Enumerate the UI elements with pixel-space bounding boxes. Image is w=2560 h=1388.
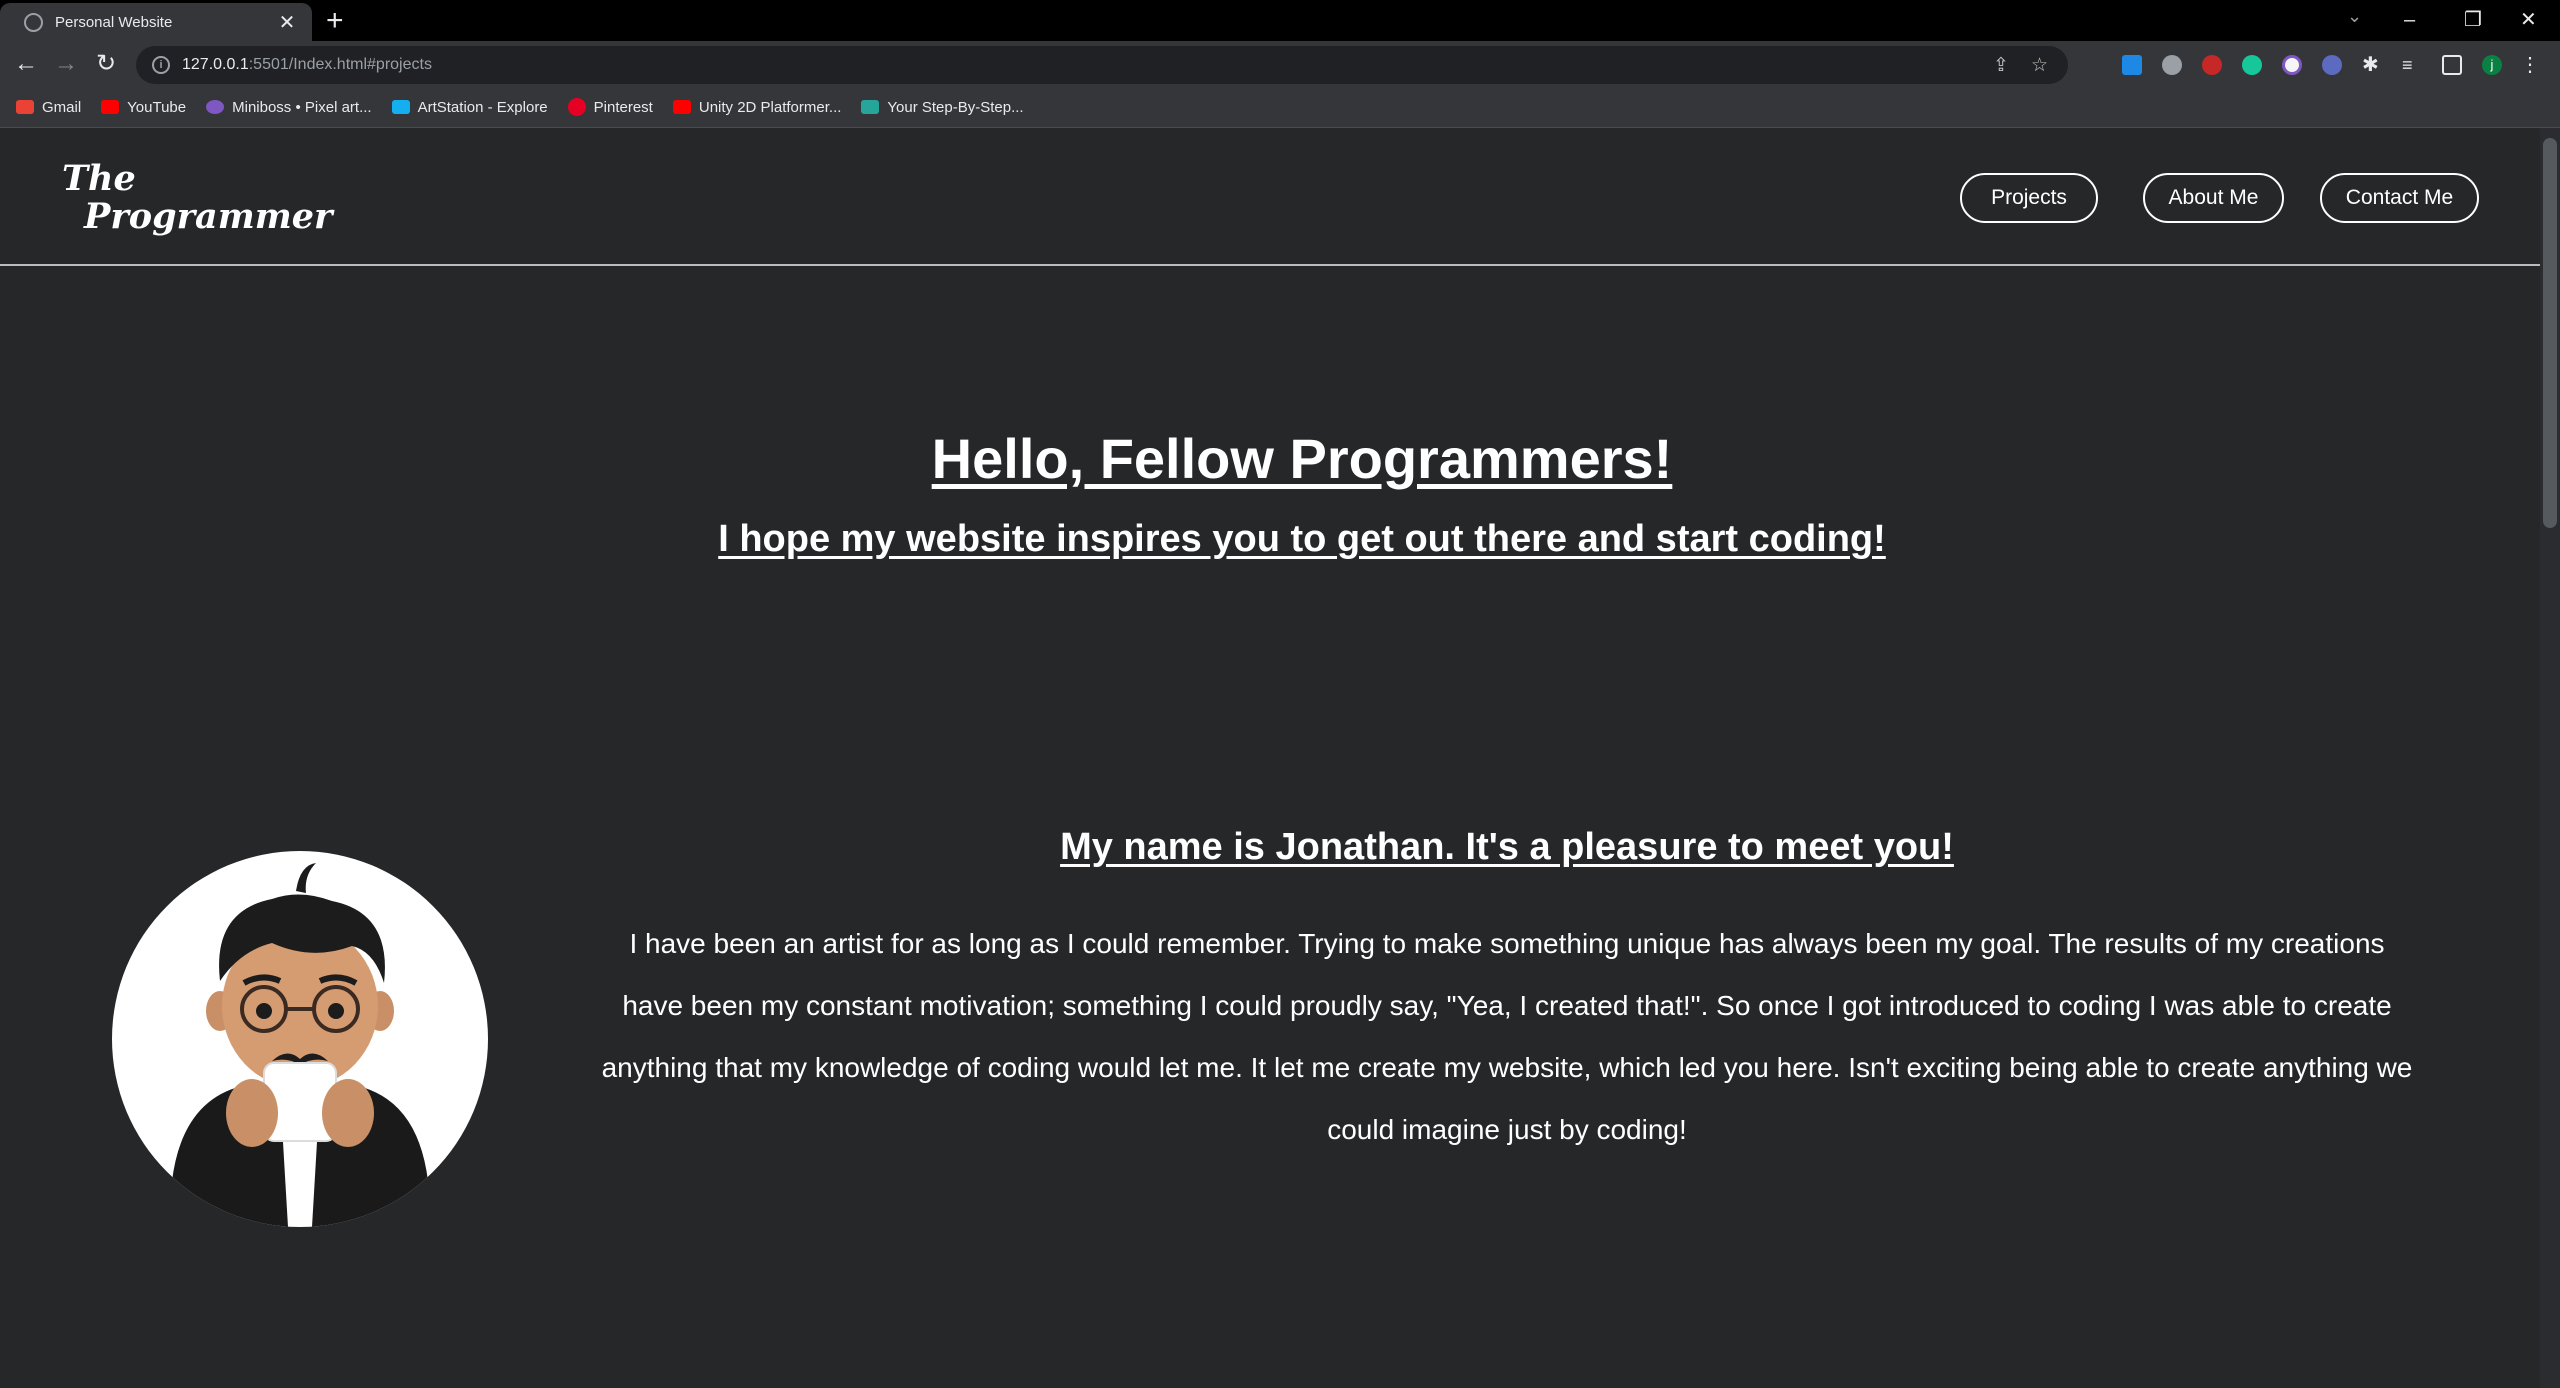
- extension-icon[interactable]: [2322, 55, 2342, 75]
- layers-icon: [861, 100, 880, 114]
- minimize-icon[interactable]: –: [2404, 2, 2415, 38]
- forward-icon[interactable]: →: [54, 49, 78, 79]
- grammarly-icon[interactable]: [2242, 55, 2262, 75]
- extension-icon[interactable]: [2162, 55, 2182, 75]
- bookmark-youtube[interactable]: YouTube: [101, 99, 186, 116]
- bookmark-label: Unity 2D Platformer...: [698, 98, 842, 116]
- address-bar[interactable]: i 127.0.0.1:5501/Index.html#projects ⇪ ☆: [136, 46, 2068, 84]
- menu-icon[interactable]: ⋮: [2520, 55, 2540, 75]
- bookmark-pinterest[interactable]: Pinterest: [567, 98, 653, 116]
- nav-contact-button[interactable]: Contact Me: [2320, 173, 2479, 223]
- extension-icon[interactable]: [2282, 55, 2302, 75]
- close-window-icon[interactable]: ✕: [2520, 2, 2537, 38]
- puzzle-icon[interactable]: ✱: [2362, 55, 2382, 75]
- bookmark-stepbystep[interactable]: Your Step-By-Step...: [861, 98, 1024, 116]
- gmail-icon: [16, 100, 34, 114]
- close-tab-icon[interactable]: ✕: [276, 10, 298, 35]
- tab-search-icon[interactable]: ⌄: [2347, 6, 2362, 27]
- site-header: The Programmer Projects About Me Contact…: [0, 128, 2540, 266]
- bookmark-star-icon[interactable]: ☆: [2031, 54, 2048, 77]
- bookmark-label: Gmail: [42, 98, 82, 116]
- pinterest-icon: [567, 98, 586, 116]
- restore-icon[interactable]: ❐: [2464, 2, 2482, 38]
- new-tab-button[interactable]: +: [326, 4, 344, 38]
- miniboss-icon: [206, 100, 225, 114]
- bookmark-artstation[interactable]: ArtStation - Explore: [391, 98, 548, 116]
- globe-icon: [24, 12, 43, 32]
- web-page: The Programmer Projects About Me Contact…: [0, 128, 2540, 1388]
- logo-line-2: Programmer: [84, 196, 333, 237]
- bookmark-label: Your Step-By-Step...: [887, 98, 1024, 116]
- intro-title: My name is Jonathan. It's a pleasure to …: [1060, 826, 1954, 868]
- browser-tab[interactable]: Personal Website ✕: [0, 3, 312, 41]
- tab-title: Personal Website: [55, 13, 173, 31]
- share-icon[interactable]: ⇪: [1993, 54, 2009, 77]
- media-icon[interactable]: ≡: [2402, 55, 2422, 75]
- bookmarks-bar: Gmail YouTube Miniboss • Pixel art... Ar…: [0, 87, 2560, 128]
- youtube-icon: [672, 100, 691, 114]
- site-logo[interactable]: The Programmer: [62, 160, 332, 236]
- info-icon[interactable]: i: [152, 56, 170, 74]
- hero-subtitle: I hope my website inspires you to get ou…: [718, 518, 1886, 560]
- nav-projects-button[interactable]: Projects: [1960, 173, 2098, 223]
- artstation-icon: [391, 100, 410, 114]
- scrollbar-thumb[interactable]: [2543, 138, 2557, 528]
- nav-about-button[interactable]: About Me: [2143, 173, 2284, 223]
- bookmark-label: ArtStation - Explore: [417, 98, 548, 116]
- back-icon[interactable]: ←: [14, 49, 38, 79]
- browser-toolbar: ← → ↻ i 127.0.0.1:5501/Index.html#projec…: [0, 41, 2560, 87]
- bookmark-label: Pinterest: [593, 98, 653, 116]
- youtube-icon: [101, 100, 120, 114]
- tab-strip: Personal Website ✕ + ⌄ – ❐ ✕: [0, 0, 2560, 41]
- hero-title: Hello, Fellow Programmers!: [931, 427, 1673, 490]
- intro-paragraph: I have been an artist for as long as I c…: [601, 928, 2413, 1145]
- profile-avatar-illustration: [112, 851, 488, 1227]
- programmer-illustration: [172, 863, 428, 1227]
- side-panel-icon[interactable]: [2442, 55, 2462, 75]
- url-host: 127.0.0.1: [182, 56, 249, 73]
- url-path: :5501/Index.html#projects: [248, 56, 432, 73]
- logo-line-1: The: [62, 158, 136, 199]
- profile-avatar[interactable]: j: [2482, 55, 2502, 75]
- ublock-icon[interactable]: [2202, 55, 2222, 75]
- reload-icon[interactable]: ↻: [96, 49, 116, 79]
- extension-icon[interactable]: [2122, 55, 2142, 75]
- bookmark-miniboss[interactable]: Miniboss • Pixel art...: [206, 98, 372, 116]
- bookmark-label: YouTube: [127, 98, 187, 116]
- page-scrollbar[interactable]: [2540, 128, 2560, 1388]
- bookmark-gmail[interactable]: Gmail: [16, 99, 81, 116]
- bookmark-label: Miniboss • Pixel art...: [232, 98, 372, 116]
- bookmark-unity[interactable]: Unity 2D Platformer...: [672, 98, 842, 116]
